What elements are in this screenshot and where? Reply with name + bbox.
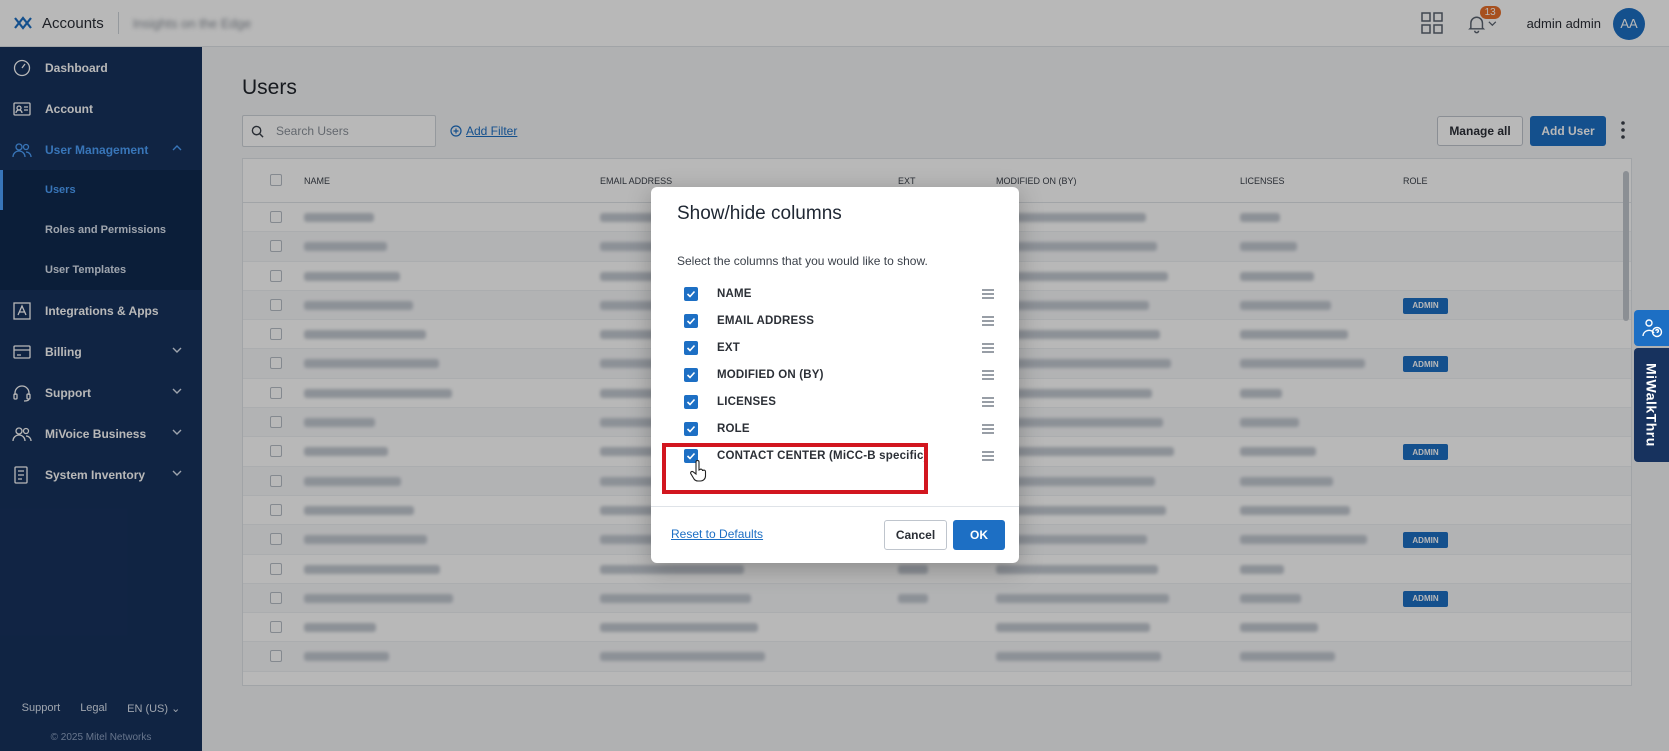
dialog-description: Select the columns that you would like t… bbox=[677, 254, 928, 268]
walkthru-help-button[interactable] bbox=[1634, 310, 1669, 346]
checkmark-icon bbox=[686, 398, 696, 406]
column-checkbox[interactable] bbox=[684, 422, 698, 436]
column-option: EXT bbox=[684, 337, 994, 359]
drag-handle-icon[interactable] bbox=[982, 343, 994, 353]
column-option-label: ROLE bbox=[717, 423, 750, 435]
checkmark-icon bbox=[686, 371, 696, 379]
checkmark-icon bbox=[686, 425, 696, 433]
drag-handle-icon[interactable] bbox=[982, 289, 994, 299]
checkmark-icon bbox=[686, 317, 696, 325]
reset-to-defaults-link[interactable]: Reset to Defaults bbox=[671, 527, 763, 541]
cancel-button[interactable]: Cancel bbox=[884, 520, 947, 550]
drag-handle-icon[interactable] bbox=[982, 316, 994, 326]
drag-handle-icon[interactable] bbox=[982, 397, 994, 407]
column-checkbox[interactable] bbox=[684, 341, 698, 355]
column-option: LICENSES bbox=[684, 391, 994, 413]
show-hide-columns-dialog: Show/hide columns Select the columns tha… bbox=[651, 187, 1019, 563]
ok-button[interactable]: OK bbox=[953, 520, 1005, 550]
walkthru-tab[interactable]: MiWalkThru bbox=[1634, 348, 1669, 462]
column-option-label: MODIFIED ON (BY) bbox=[717, 369, 824, 381]
column-option-label: EXT bbox=[717, 342, 740, 354]
column-option: ROLE bbox=[684, 418, 994, 440]
column-checkbox[interactable] bbox=[684, 314, 698, 328]
drag-handle-icon[interactable] bbox=[982, 451, 994, 461]
column-option: MODIFIED ON (BY) bbox=[684, 364, 994, 386]
column-checkbox[interactable] bbox=[684, 368, 698, 382]
hand-cursor-icon bbox=[690, 460, 707, 482]
drag-handle-icon[interactable] bbox=[982, 370, 994, 380]
walkthru-label: MiWalkThru bbox=[1643, 363, 1660, 447]
dialog-title: Show/hide columns bbox=[677, 203, 842, 224]
column-option-label: LICENSES bbox=[717, 396, 777, 408]
column-option-label: EMAIL ADDRESS bbox=[717, 315, 815, 327]
dialog-divider bbox=[651, 506, 1019, 507]
person-help-icon bbox=[1641, 319, 1662, 338]
column-checkbox[interactable] bbox=[684, 395, 698, 409]
checkmark-icon bbox=[686, 344, 696, 352]
checkmark-icon bbox=[686, 290, 696, 298]
column-checkbox[interactable] bbox=[684, 287, 698, 301]
column-option-label: NAME bbox=[717, 288, 752, 300]
drag-handle-icon[interactable] bbox=[982, 424, 994, 434]
column-option: NAME bbox=[684, 283, 994, 305]
column-option: EMAIL ADDRESS bbox=[684, 310, 994, 332]
